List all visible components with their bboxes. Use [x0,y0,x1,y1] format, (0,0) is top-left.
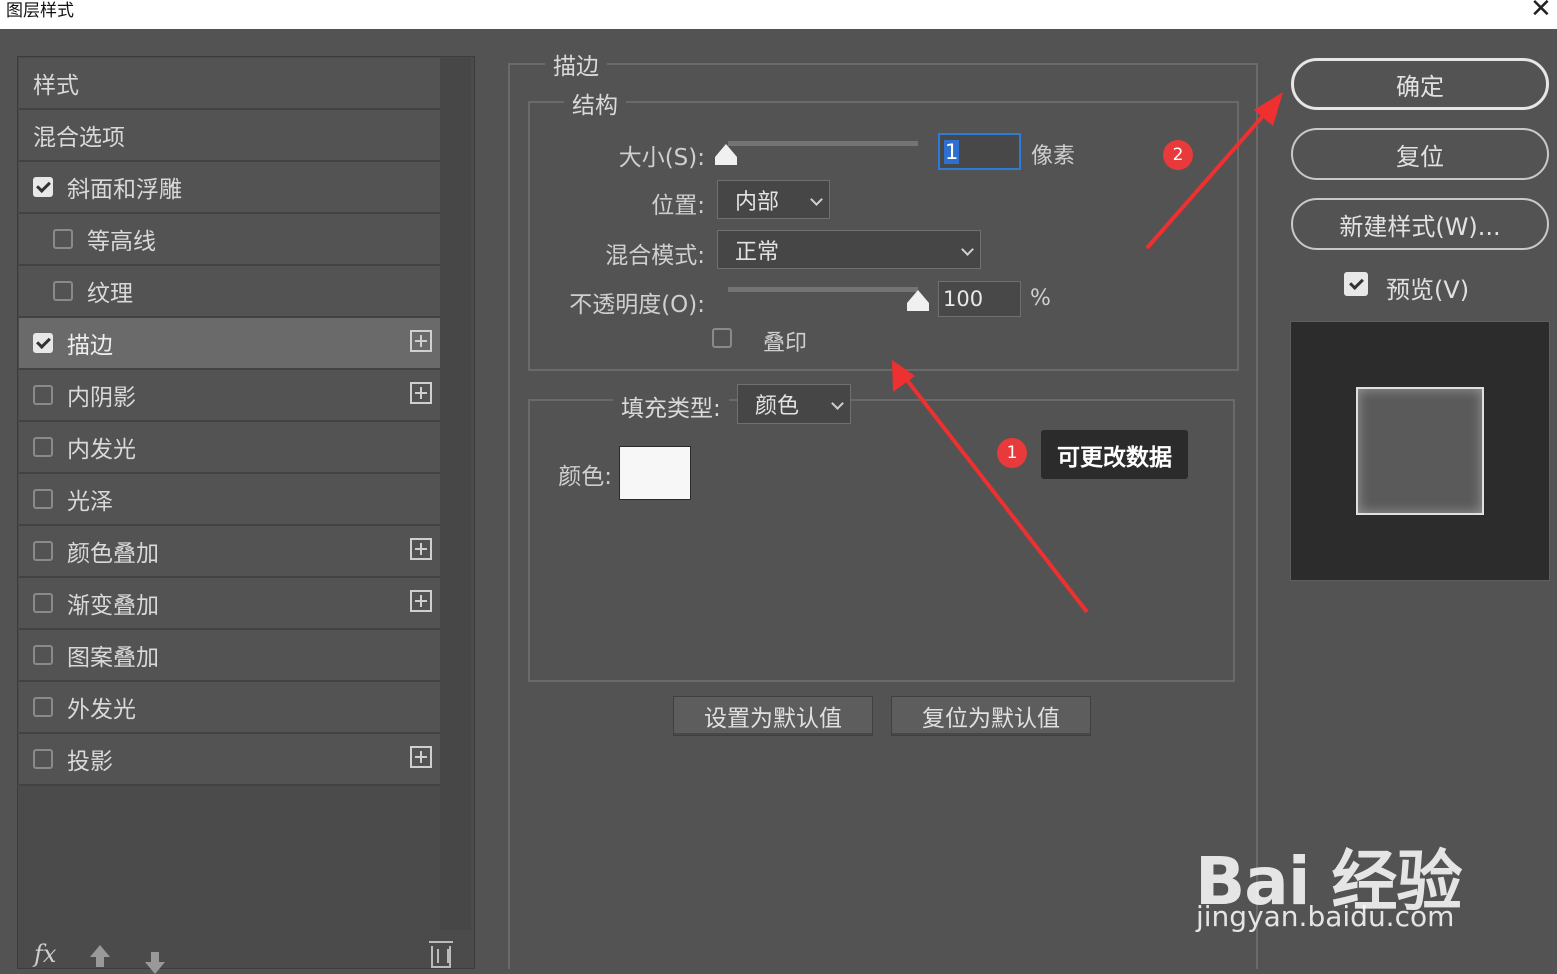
annotation-arrows [892,92,1283,614]
annotation-badge-1: 1 [997,438,1027,468]
baidu-watermark-url: jingyan.baidu.com [1196,900,1455,933]
annotation-tooltip: 可更改数据 [1041,430,1188,479]
annotation-arrow-2 [1145,106,1272,250]
annotation-arrow-1 [901,373,1089,614]
annotation-badge-2: 2 [1163,140,1193,170]
